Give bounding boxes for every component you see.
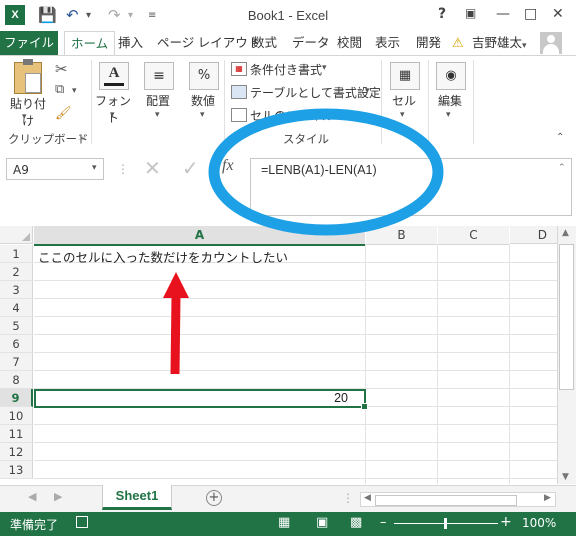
annotation-arrow-head <box>163 272 189 298</box>
annotation-circle <box>208 108 444 236</box>
annotation-overlay <box>163 108 444 375</box>
annotation-arrow-shaft <box>170 295 181 375</box>
